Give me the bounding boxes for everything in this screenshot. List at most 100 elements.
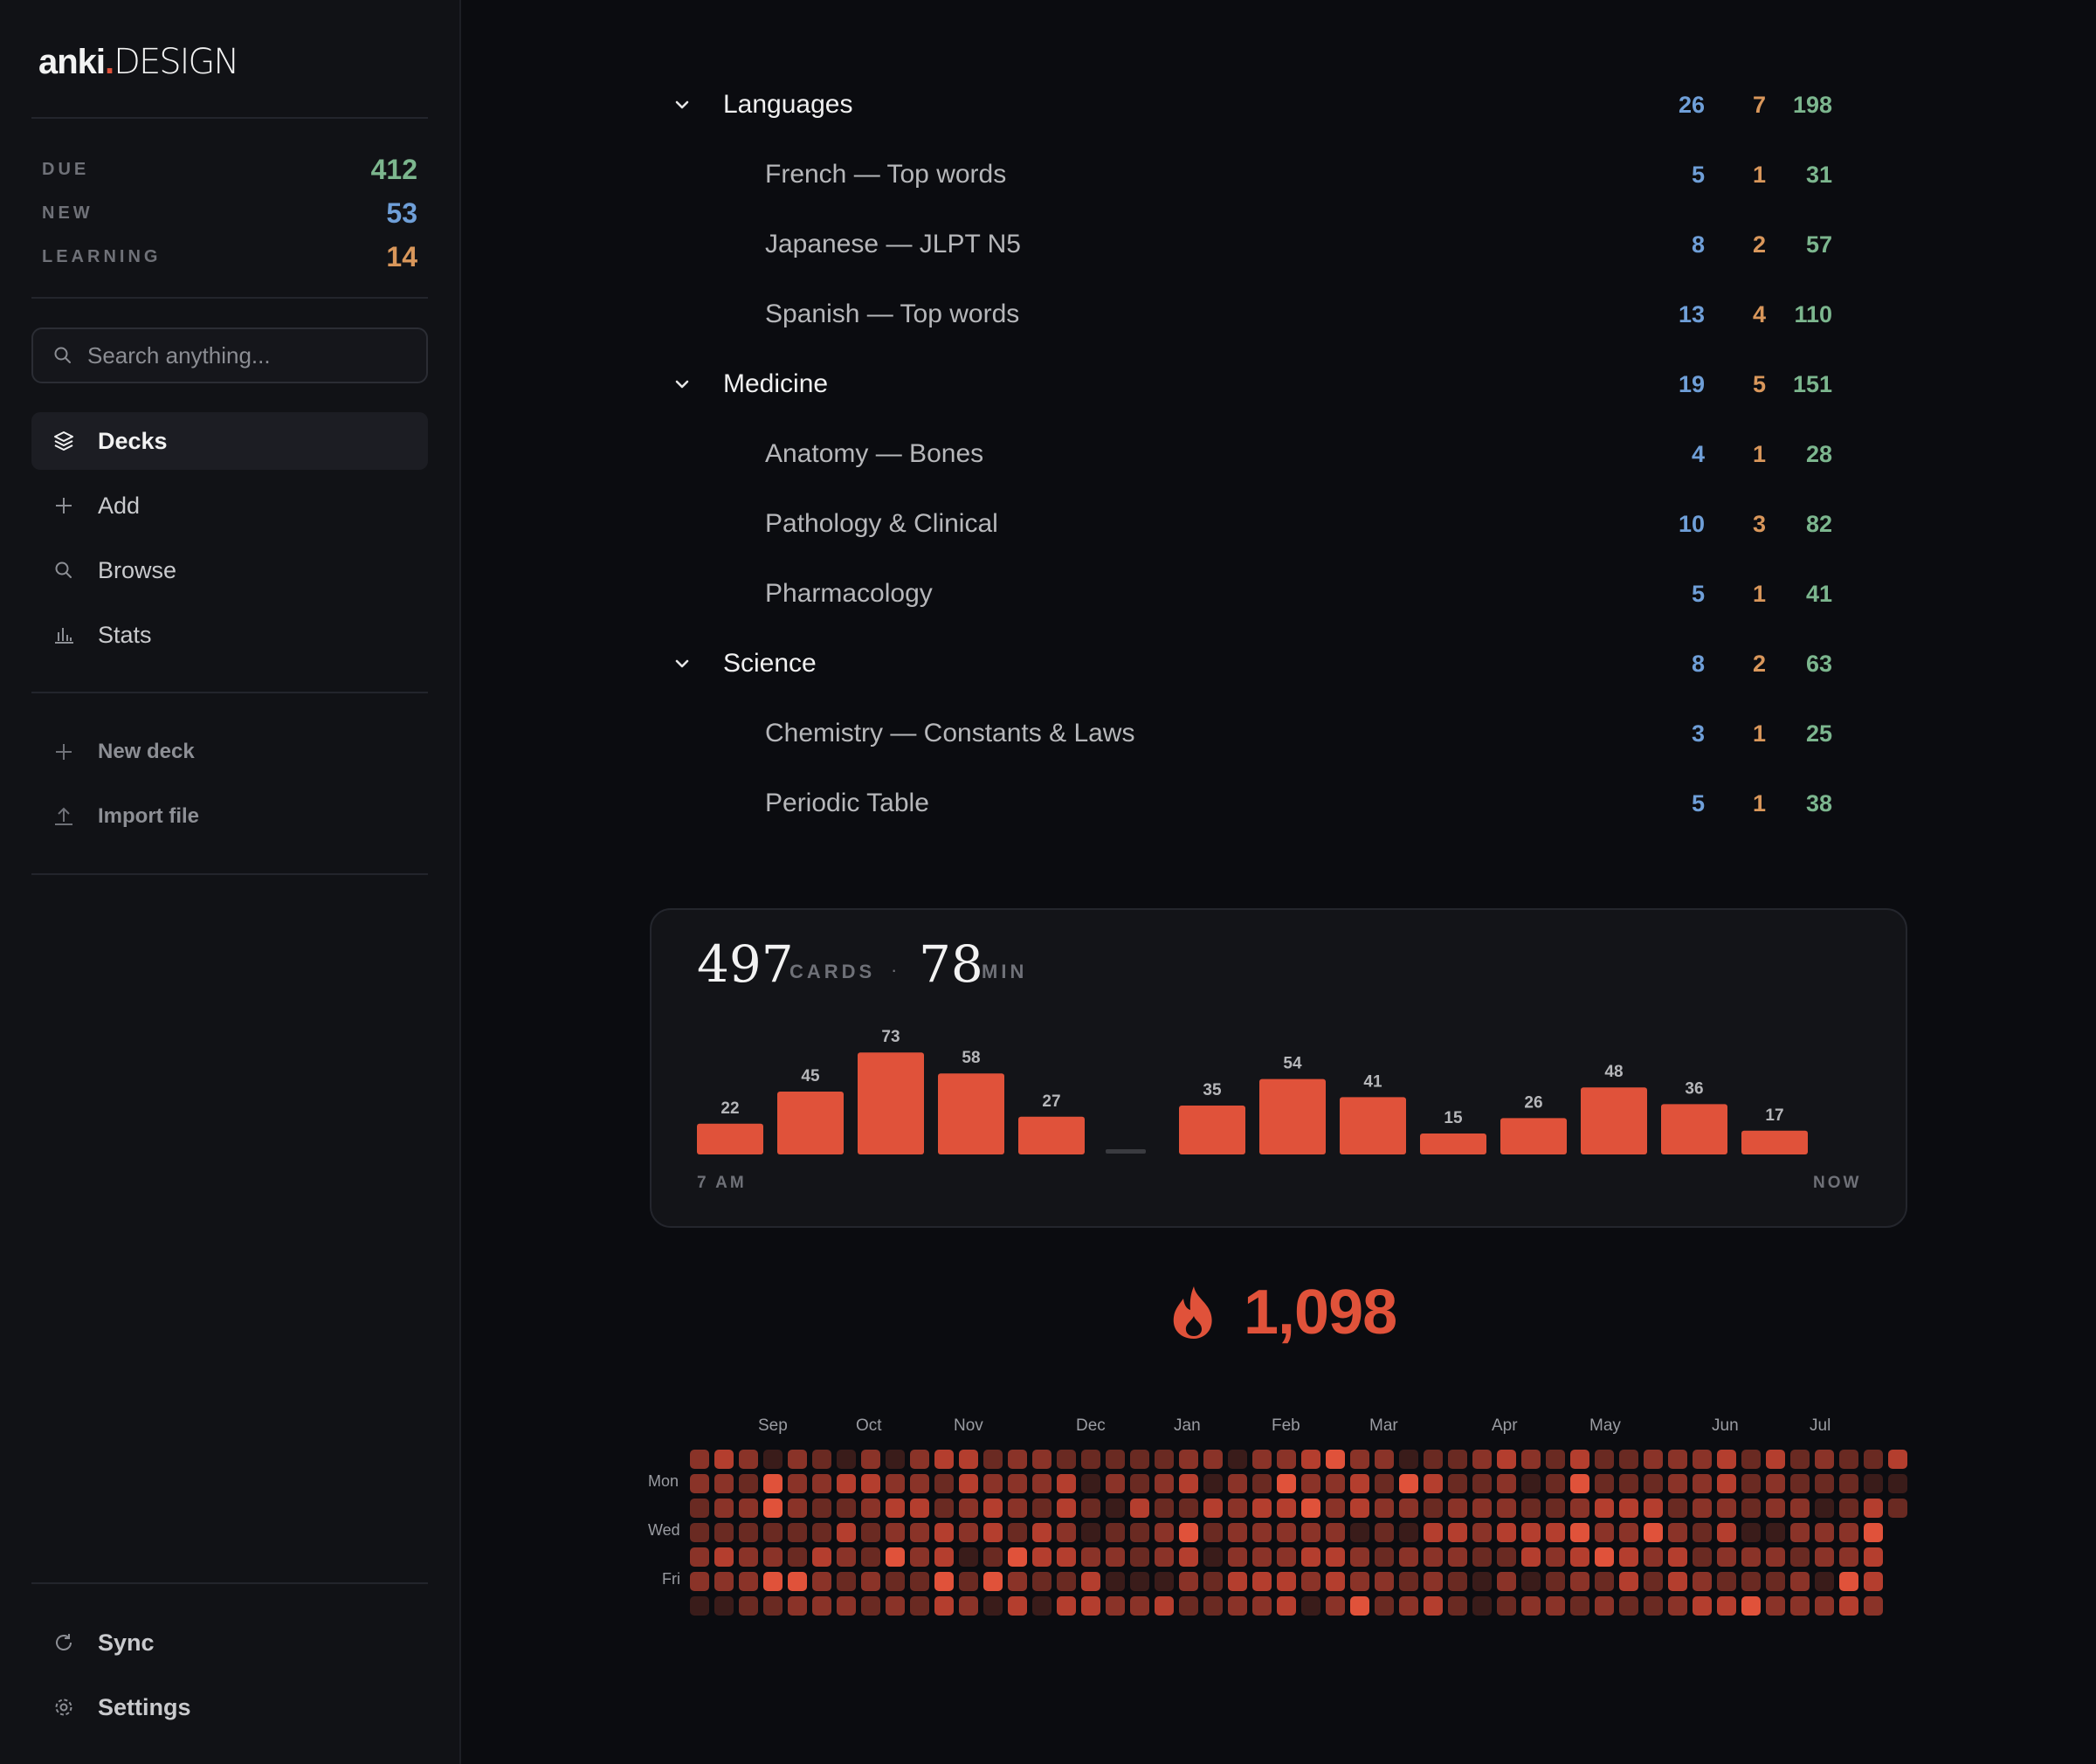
- heatmap-cell: [861, 1499, 880, 1518]
- deck-row[interactable]: French — Top words 5 1 31: [664, 144, 1843, 205]
- heatmap-month-label: Feb: [1272, 1416, 1300, 1435]
- streak-value: 1,098: [1244, 1278, 1397, 1347]
- heatmap-cell: [983, 1450, 1003, 1469]
- heatmap-cell: [1228, 1547, 1247, 1567]
- heatmap-cell: [1179, 1572, 1198, 1591]
- deck-row[interactable]: Anatomy — Bones 4 1 28: [664, 424, 1843, 485]
- heatmap-cell: [1570, 1450, 1589, 1469]
- heatmap-cell: [861, 1572, 880, 1591]
- heatmap-cell: [1668, 1596, 1687, 1616]
- due-label: DUE: [42, 159, 90, 179]
- deck-due-count: 31: [1805, 161, 1832, 188]
- heatmap-cell: [1228, 1572, 1247, 1591]
- heatmap-cell: [1595, 1474, 1614, 1493]
- heatmap-cell: [1790, 1499, 1810, 1518]
- heatmap-cell: [1693, 1547, 1712, 1567]
- chevron-down-icon[interactable]: [672, 375, 692, 394]
- heatmap-cell: [1815, 1523, 1834, 1542]
- heatmap-cell: [1839, 1499, 1858, 1518]
- heatmap-cell: [1668, 1474, 1687, 1493]
- deck-row[interactable]: Spanish — Top words 13 4 110: [664, 284, 1843, 345]
- sync-button[interactable]: Sync: [31, 1614, 428, 1671]
- deck-row[interactable]: Japanese — JLPT N5 8 2 57: [664, 214, 1843, 275]
- heatmap-cell: [1839, 1450, 1858, 1469]
- deck-new-count: 19: [1678, 370, 1705, 397]
- heatmap-cell: [837, 1499, 856, 1518]
- chevron-down-icon[interactable]: [672, 654, 692, 673]
- today-stats-panel: 497 CARDS · 78 MIN 22 45 73 58 27 35 54 41 15 26 4…: [650, 908, 1907, 1228]
- heatmap-cell: [934, 1547, 954, 1567]
- heatmap-cell: [1203, 1547, 1223, 1567]
- heatmap-cell: [1595, 1450, 1614, 1469]
- chart-bar: [1420, 1134, 1486, 1154]
- heatmap-cell: [1472, 1523, 1492, 1542]
- nav-browse[interactable]: Browse: [31, 541, 428, 599]
- heatmap-cell: [1839, 1523, 1858, 1542]
- heatmap-cell: [983, 1596, 1003, 1616]
- heatmap-cell: [1815, 1547, 1834, 1567]
- heatmap-cell: [812, 1450, 831, 1469]
- deck-group-row[interactable]: Languages 26 7 198: [664, 74, 1843, 135]
- search-input[interactable]: Search anything...: [31, 327, 428, 383]
- chevron-down-icon[interactable]: [672, 95, 692, 114]
- deck-name: Medicine: [723, 369, 829, 398]
- chart-bar: [1340, 1097, 1406, 1154]
- sync-label: Sync: [98, 1629, 155, 1656]
- nav-decks[interactable]: Decks: [31, 412, 428, 470]
- heatmap-cell: [1008, 1572, 1027, 1591]
- search-icon: [55, 562, 72, 578]
- heatmap-cell: [1644, 1547, 1663, 1567]
- heatmap-cell: [1326, 1547, 1345, 1567]
- heatmap-cell: [1179, 1450, 1198, 1469]
- heatmap-cell: [1008, 1499, 1027, 1518]
- heatmap-cell: [1301, 1572, 1320, 1591]
- heatmap-cell: [959, 1572, 978, 1591]
- heatmap-cell: [1741, 1474, 1761, 1493]
- heatmap-cell: [1644, 1523, 1663, 1542]
- deck-row[interactable]: Chemistry — Constants & Laws 3 1 25: [664, 703, 1843, 764]
- heatmap-cell: [1815, 1572, 1834, 1591]
- heatmap-cell: [788, 1572, 807, 1591]
- heatmap-cell: [1081, 1523, 1100, 1542]
- heatmap-cell: [934, 1523, 954, 1542]
- heatmap-cell: [788, 1523, 807, 1542]
- deck-new-count: 8: [1691, 231, 1705, 258]
- heatmap-cell: [1448, 1523, 1467, 1542]
- heatmap-month-label: Jan: [1174, 1416, 1201, 1435]
- heatmap-cell: [1399, 1572, 1418, 1591]
- heatmap-cell: [837, 1450, 856, 1469]
- heatmap-cell: [861, 1523, 880, 1542]
- heatmap-cell: [1081, 1450, 1100, 1469]
- heatmap-cell: [1546, 1499, 1565, 1518]
- deck-row[interactable]: Pathology & Clinical 10 3 82: [664, 493, 1843, 555]
- chart-bar: [1259, 1078, 1326, 1154]
- deck-row[interactable]: Periodic Table 5 1 38: [664, 773, 1843, 834]
- deck-group-row[interactable]: Science 8 2 63: [664, 633, 1843, 694]
- heatmap-cell: [1790, 1596, 1810, 1616]
- import-file-button[interactable]: Import file: [31, 788, 428, 845]
- heatmap-cell: [1766, 1450, 1785, 1469]
- nav-stats[interactable]: Stats: [31, 606, 428, 664]
- heatmap-cell: [983, 1523, 1003, 1542]
- heatmap-cell: [1546, 1474, 1565, 1493]
- settings-button[interactable]: Settings: [31, 1678, 428, 1736]
- search-placeholder: Search anything...: [87, 341, 271, 369]
- heatmap-cell: [983, 1572, 1003, 1591]
- nav-add[interactable]: Add: [31, 477, 428, 534]
- heatmap-cell: [910, 1474, 929, 1493]
- deck-new-count: 5: [1691, 161, 1705, 188]
- heatmap-cell: [1668, 1499, 1687, 1518]
- heatmap-cell: [1790, 1523, 1810, 1542]
- heatmap-cell: [1350, 1523, 1369, 1542]
- heatmap-cell: [1741, 1572, 1761, 1591]
- new-deck-button[interactable]: New deck: [31, 723, 428, 781]
- learning-counter: LEARNING 14: [42, 239, 417, 274]
- heatmap-cell: [1741, 1523, 1761, 1542]
- heatmap-cell: [1399, 1547, 1418, 1567]
- heatmap-cell: [1546, 1547, 1565, 1567]
- deck-row[interactable]: Pharmacology 5 1 41: [664, 563, 1843, 624]
- chart-bar-label: 41: [1363, 1072, 1382, 1091]
- heatmap-cell: [1619, 1499, 1638, 1518]
- chart-bar-label: 27: [1042, 1092, 1060, 1111]
- deck-group-row[interactable]: Medicine 19 5 151: [664, 354, 1843, 415]
